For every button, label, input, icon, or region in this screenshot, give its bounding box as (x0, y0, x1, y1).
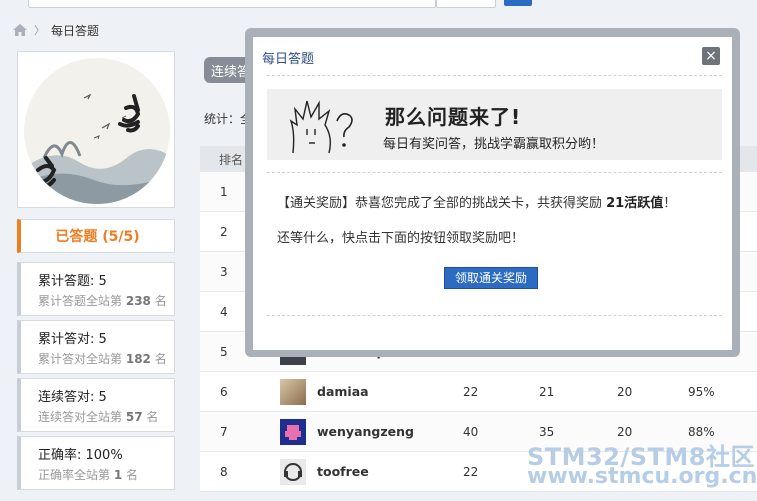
stat-card-total-answered: 累计答题: 5 累计答题全站第 238 名 (17, 262, 175, 316)
column-header-rank: 排名 (219, 152, 244, 167)
breadcrumb-separator: 〉 (34, 24, 45, 37)
rank-cell: 2 (220, 225, 228, 239)
reward-message: 【通关奖励】恭喜您完成了全部的挑战关卡，共获得奖励 21活跃值！ (277, 196, 677, 211)
answered-count: 22 (463, 385, 479, 399)
breadcrumb: 〉 每日答题 (12, 21, 99, 39)
profile-avatar-box (17, 51, 175, 208)
rank-cell: 8 (220, 465, 228, 479)
stat-title: 正确率: 100% (38, 448, 123, 463)
rank-cell: 7 (220, 425, 228, 439)
answered-count: 22 (463, 465, 479, 479)
stat-subtitle: 累计答题全站第 238 名 (38, 294, 167, 308)
streak-count: 20 (617, 385, 633, 399)
stat-card-accuracy: 正确率: 100% 正确率全站第 1 名 (17, 436, 175, 490)
reward-hint: 还等什么，快点击下面的按钮领取奖励吧！ (277, 231, 525, 246)
home-icon[interactable] (12, 23, 28, 37)
stat-card-streak: 连续答对: 5 连续答对全站第 57 名 (17, 378, 175, 432)
claim-reward-button[interactable]: 领取通关奖励 (444, 267, 538, 289)
correct-count: 21 (539, 385, 555, 399)
stat-subtitle: 连续答对全站第 57 名 (38, 410, 159, 424)
answered-status: 已答题 (5/5) (17, 219, 175, 253)
accuracy-value: 95% (688, 385, 715, 399)
breadcrumb-current: 每日答题 (51, 23, 100, 38)
username-link[interactable]: wenyangzeng (317, 412, 414, 452)
stat-title: 累计答题: 5 (38, 274, 107, 289)
close-button[interactable]: × (702, 47, 720, 65)
top-search-bar (0, 0, 757, 10)
user-avatar[interactable] (280, 419, 306, 445)
divider (267, 75, 722, 76)
username-link[interactable]: toofree (317, 452, 369, 492)
modal-header: 每日答题 × (253, 37, 732, 75)
divider (267, 315, 722, 316)
modal-banner: 那么问题来了! 每日有奖问答，挑战学霸赢取积分哟！ (267, 89, 722, 160)
question-doodle-icon (289, 100, 353, 154)
rank-cell: 5 (220, 345, 228, 359)
stat-card-total-correct: 累计答对: 5 累计答对全站第 182 名 (17, 320, 175, 374)
rank-cell: 4 (220, 305, 228, 319)
search-category-select[interactable] (436, 0, 496, 8)
user-avatar[interactable] (280, 459, 306, 485)
username-link[interactable]: damiaa (317, 372, 369, 412)
search-button[interactable] (504, 0, 532, 6)
stat-title: 累计答对: 5 (38, 332, 107, 347)
banner-subtitle: 每日有奖问答，挑战学霸赢取积分哟！ (383, 137, 605, 152)
answered-count: 40 (463, 425, 479, 439)
rank-cell: 1 (220, 185, 228, 199)
watermark-url: www.stmcu.org.cn (527, 464, 757, 489)
banner-title: 那么问题来了! (385, 105, 522, 129)
stat-subtitle: 正确率全站第 1 名 (38, 468, 139, 482)
stat-subtitle: 累计答对全站第 182 名 (38, 352, 167, 366)
close-icon: × (705, 48, 717, 64)
user-avatar[interactable] (280, 379, 306, 405)
rank-cell: 3 (220, 265, 228, 279)
rank-cell: 6 (220, 385, 228, 399)
modal-title: 每日答题 (262, 52, 315, 67)
avatar (24, 58, 170, 204)
reward-amount: 21活跃值 (606, 196, 664, 211)
search-input[interactable] (28, 0, 436, 8)
divider (267, 172, 722, 173)
stat-title: 连续答对: 5 (38, 390, 107, 405)
daily-quiz-modal: 每日答题 × 那么问题来了! 每日有奖问答，挑战学霸赢取积分哟！ 【通关奖励】恭… (253, 37, 732, 350)
table-row: 6 damiaa 22 21 20 95% (200, 372, 757, 412)
